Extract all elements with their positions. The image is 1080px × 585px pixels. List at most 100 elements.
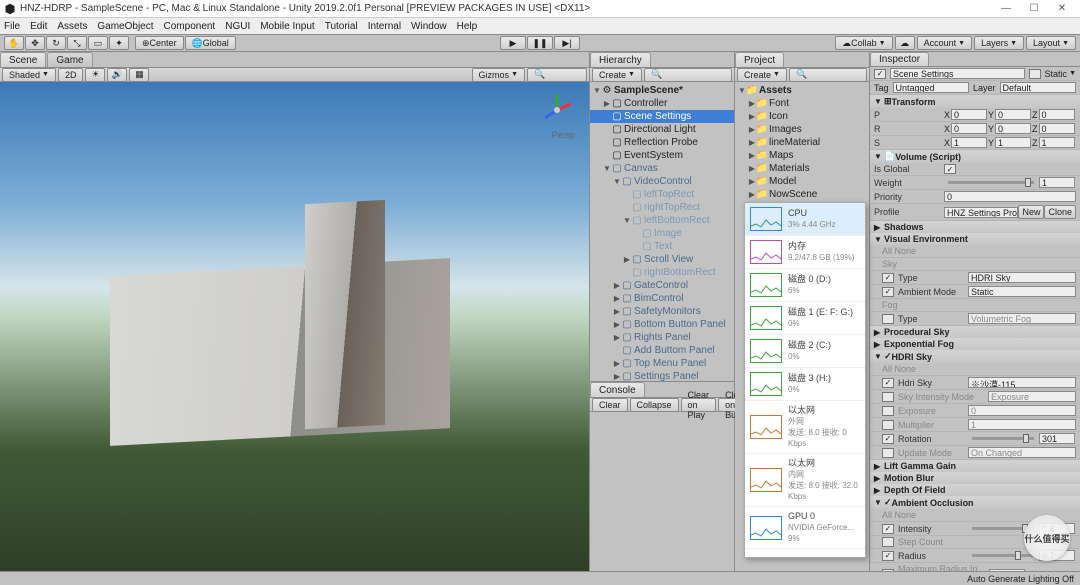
hierarchy-create[interactable]: Create▼ — [592, 68, 642, 82]
pos-x[interactable]: 0 — [951, 109, 987, 120]
tab-inspector[interactable]: Inspector — [870, 52, 929, 66]
play-button[interactable]: ▶ — [500, 36, 526, 50]
tree-item[interactable]: ▢Image — [590, 227, 734, 240]
rotation-val[interactable]: 301 — [1039, 433, 1075, 444]
rot-z[interactable]: 0 — [1039, 123, 1075, 134]
console-clear[interactable]: Clear — [592, 398, 628, 412]
ambient-mode[interactable]: Static — [968, 286, 1076, 297]
step-button[interactable]: ▶| — [554, 36, 580, 50]
lighting-status[interactable]: Auto Generate Lighting Off — [967, 574, 1074, 584]
taskman-item[interactable]: 磁盘 1 (E: F: G:)0% — [745, 302, 865, 335]
tree-item[interactable]: ▼▢VideoControl — [590, 175, 734, 188]
tree-item[interactable]: ▶📁Model — [735, 175, 869, 188]
pos-y[interactable]: 0 — [995, 109, 1031, 120]
menu-internal[interactable]: Internal — [368, 21, 401, 32]
tree-item[interactable]: ▶📁lineMaterial — [735, 136, 869, 149]
console-clear-on-play[interactable]: Clear on Play — [681, 398, 717, 412]
gameobject-enabled-checkbox[interactable]: ✓ — [874, 69, 886, 79]
mode-2d[interactable]: 2D — [58, 68, 84, 82]
pos-z[interactable]: 0 — [1039, 109, 1075, 120]
profile-clone[interactable]: Clone — [1044, 205, 1076, 219]
rot-x[interactable]: 0 — [951, 123, 987, 134]
tree-item[interactable]: ▶▢GateControl — [590, 279, 734, 292]
taskman-item[interactable]: 磁盘 0 (D:)6% — [745, 269, 865, 302]
menu-assets[interactable]: Assets — [57, 21, 87, 32]
gizmos-dropdown[interactable]: Gizmos▼ — [472, 68, 525, 82]
project-create[interactable]: Create▼ — [737, 68, 787, 82]
hand-tool[interactable]: ✋ — [4, 36, 24, 50]
weight-slider[interactable] — [948, 181, 1034, 184]
tree-item[interactable]: ▶▢Rights Panel — [590, 331, 734, 344]
task-manager-overlay[interactable]: CPU3% 4.44 GHz内存9.2/47.8 GB (19%)磁盘 0 (D… — [744, 202, 866, 558]
rotate-tool[interactable]: ↻ — [46, 36, 66, 50]
priority-field[interactable]: 0 — [944, 191, 1076, 202]
project-search[interactable]: 🔍 — [789, 68, 867, 82]
menu-ngui[interactable]: NGUI — [225, 21, 250, 32]
sky-type[interactable]: HDRI Sky — [968, 272, 1076, 283]
fx-icon[interactable]: ▦ — [129, 68, 149, 82]
weight-val[interactable]: 1 — [1039, 177, 1075, 188]
tree-item[interactable]: ▢Scene Settings — [590, 110, 734, 123]
static-checkbox[interactable] — [1029, 69, 1041, 79]
gameobject-name-field[interactable]: Scene Settings — [890, 68, 1025, 79]
tree-item[interactable]: ▶▢Controller — [590, 97, 734, 110]
exposure-field[interactable]: 0 — [968, 405, 1076, 416]
pivot-toggle[interactable]: ⊕ Center — [135, 36, 184, 50]
tree-item[interactable]: ▶📁Materials — [735, 162, 869, 175]
tree-item[interactable]: ▢leftTopRect — [590, 188, 734, 201]
tab-scene[interactable]: Scene — [0, 52, 46, 67]
taskman-item[interactable]: 内存9.2/47.8 GB (19%) — [745, 236, 865, 269]
rot-y[interactable]: 0 — [995, 123, 1031, 134]
rotation-slider[interactable] — [972, 437, 1034, 440]
minimize-button[interactable]: — — [992, 1, 1020, 17]
menu-file[interactable]: File — [4, 21, 20, 32]
taskman-item[interactable]: 以太网内网发送: 8.0 接收: 32.0 Kbps — [745, 454, 865, 507]
procsky-header[interactable]: ▶Procedural Sky — [870, 326, 1080, 338]
space-toggle[interactable]: 🌐 Global — [185, 36, 236, 50]
profile-field[interactable]: HNZ Settings Pro — [944, 207, 1018, 218]
tree-item[interactable]: ▼⚙SampleScene* — [590, 84, 734, 97]
collab-button[interactable]: ☁ Collab▼ — [835, 36, 892, 50]
tree-item[interactable]: ▶▢Top Menu Panel — [590, 357, 734, 370]
layer-dropdown[interactable]: Default — [1000, 82, 1076, 93]
motionblur-header[interactable]: ▶Motion Blur — [870, 472, 1080, 484]
tab-game[interactable]: Game — [47, 52, 92, 67]
move-tool[interactable]: ✥ — [25, 36, 45, 50]
layout-dropdown[interactable]: Layout▼ — [1026, 36, 1076, 50]
menu-edit[interactable]: Edit — [30, 21, 47, 32]
tree-item[interactable]: ▼▢Canvas — [590, 162, 734, 175]
scl-x[interactable]: 1 — [951, 137, 987, 148]
tree-item[interactable]: ▶📁Images — [735, 123, 869, 136]
scale-tool[interactable]: ⤡ — [67, 36, 87, 50]
menu-window[interactable]: Window — [411, 21, 447, 32]
expfog-header[interactable]: ▶Exponential Fog — [870, 338, 1080, 350]
menu-gameobject[interactable]: GameObject — [97, 21, 153, 32]
tree-item[interactable]: ▼📁Assets — [735, 84, 869, 97]
tab-console[interactable]: Console — [590, 382, 645, 397]
scene-search[interactable]: 🔍 — [527, 68, 587, 82]
tab-project[interactable]: Project — [735, 52, 784, 67]
tree-item[interactable]: ▶▢Scroll View — [590, 253, 734, 266]
hierarchy-search[interactable]: 🔍 — [644, 68, 732, 82]
maximize-button[interactable]: ☐ — [1020, 1, 1048, 17]
tree-item[interactable]: ▢Reflection Probe — [590, 136, 734, 149]
scl-z[interactable]: 1 — [1039, 137, 1075, 148]
tree-item[interactable]: ▢EventSystem — [590, 149, 734, 162]
dof-header[interactable]: ▶Depth Of Field — [870, 484, 1080, 496]
skyint-field[interactable]: Exposure — [988, 391, 1076, 402]
menu-tutorial[interactable]: Tutorial — [325, 21, 358, 32]
tree-item[interactable]: ▢Text — [590, 240, 734, 253]
volume-header[interactable]: ▼📄 Volume (Script) — [870, 150, 1080, 163]
radius-slider[interactable] — [972, 554, 1034, 557]
scl-y[interactable]: 1 — [995, 137, 1031, 148]
pause-button[interactable]: ❚❚ — [527, 36, 553, 50]
scene-viewport[interactable]: Persp — [0, 82, 589, 571]
console-collapse[interactable]: Collapse — [630, 398, 679, 412]
cloud-button[interactable]: ☁ — [895, 36, 915, 50]
menu-mobile input[interactable]: Mobile Input — [260, 21, 314, 32]
tree-item[interactable]: ▶▢SafetyMonitors — [590, 305, 734, 318]
audio-icon[interactable]: 🔊 — [107, 68, 127, 82]
taskman-item[interactable]: GPU 0NVIDIA GeForce...9% — [745, 507, 865, 549]
ao-header[interactable]: ▼✓Ambient Occlusion — [870, 496, 1080, 509]
tree-item[interactable]: ▶📁Icon — [735, 110, 869, 123]
